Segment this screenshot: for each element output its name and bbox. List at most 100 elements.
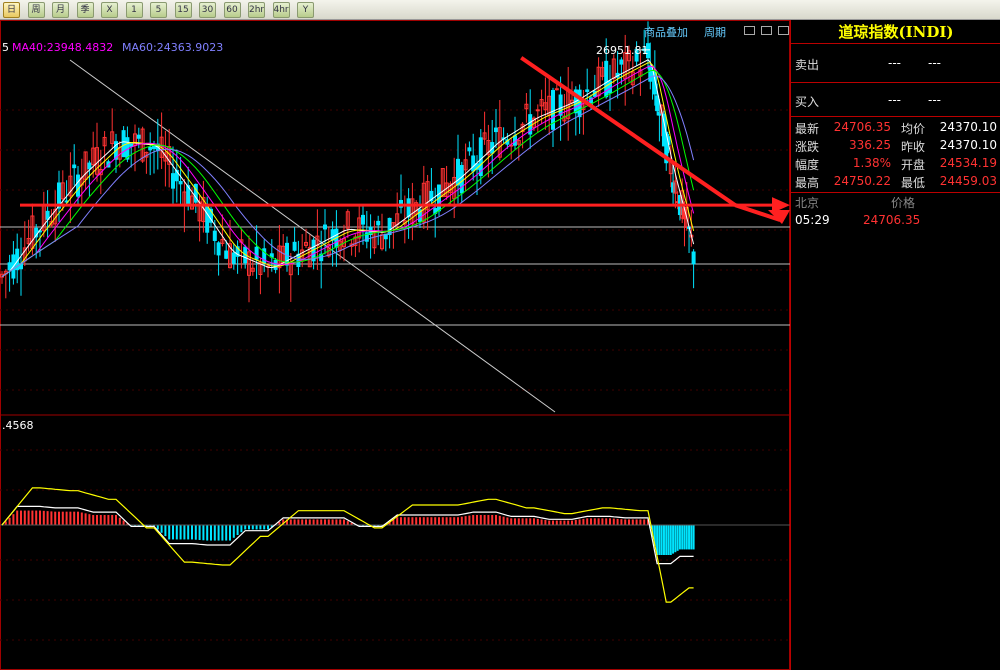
peak-label: 26951.81	[596, 44, 649, 57]
candle-body	[577, 89, 582, 118]
quote-value: 1.38%	[852, 156, 891, 170]
macd-signal-line	[1, 487, 694, 603]
candle-body	[558, 94, 563, 116]
buy-row: 买入 --- ---	[791, 93, 1000, 111]
quote-panel: 道琼指数(INDI) 卖出 --- --- 买入 --- --- 最新 24706…	[790, 20, 1000, 670]
candle-body	[387, 217, 392, 236]
quote-row: 最新 24706.35 均价 24370.10	[791, 120, 1000, 138]
quote-label: 最新	[795, 122, 820, 136]
candle-body	[471, 155, 476, 172]
candle-body	[292, 241, 297, 251]
moving-average-line	[1, 59, 695, 278]
moving-average-line	[1, 62, 695, 278]
candle-body	[655, 95, 660, 112]
window-controls[interactable]	[744, 24, 789, 38]
candle-body	[7, 262, 12, 271]
quote-value: 24706.35	[833, 120, 891, 134]
period-button-9[interactable]: 60	[223, 2, 241, 18]
close-icon[interactable]	[777, 26, 789, 35]
panel-title: 道琼指数(INDI)	[791, 20, 1000, 44]
period-button-12[interactable]: Y	[297, 2, 314, 18]
period-button-3[interactable]: 季	[76, 2, 94, 18]
kline-chart[interactable]: 26951.81 5 MA40:23948.4832 MA60:24363.9023…	[0, 20, 790, 670]
buy-price: ---	[888, 93, 901, 107]
quote-value: 24750.22	[833, 174, 891, 188]
period-button-4[interactable]: X	[101, 2, 118, 18]
ma-legend-item: 5	[2, 41, 9, 54]
quote-value: 24459.03	[939, 174, 997, 188]
candle-body	[296, 253, 301, 267]
quote-value: 24370.10	[939, 120, 997, 134]
restore-icon[interactable]	[744, 26, 755, 35]
sell-price: ---	[888, 56, 901, 70]
tick-header: 北京 价格	[791, 194, 1000, 212]
quote-value: 336.25	[849, 138, 891, 152]
candle-body	[216, 242, 221, 256]
maximize-icon[interactable]	[760, 26, 772, 35]
candle-body	[376, 220, 381, 226]
macd-signal-line	[1, 505, 694, 565]
indicator-header: .4568	[2, 419, 34, 432]
tick-price: 24706.35	[863, 213, 921, 227]
candle-body	[136, 134, 141, 139]
quote-label: 最高	[795, 176, 820, 190]
quote-label: 最低	[901, 176, 926, 190]
candle-body	[323, 224, 327, 230]
ma-legend-item: MA40:23948.4832	[12, 41, 114, 54]
candle-body	[224, 250, 229, 259]
quote-label: 涨跌	[795, 140, 820, 154]
period-button-5[interactable]: 1	[125, 2, 143, 18]
candle-body	[494, 127, 498, 133]
quote-row: 最高 24750.22 最低 24459.03	[791, 174, 1000, 192]
candle-body	[273, 259, 278, 270]
quote-row: 涨跌 336.25 昨收 24370.10	[791, 138, 1000, 156]
candle-body	[129, 143, 134, 147]
quote-row: 幅度 1.38% 开盘 24534.19	[791, 156, 1000, 174]
quote-label: 昨收	[901, 140, 926, 154]
chart-svg[interactable]: 26951.81	[0, 20, 790, 670]
candle-body	[361, 214, 365, 225]
tick-row: 05:29 24706.35	[791, 213, 1000, 231]
period-button-10[interactable]: 2hr	[248, 2, 265, 18]
period-button-1[interactable]: 周	[27, 2, 45, 18]
quote-value: 24370.10	[939, 138, 997, 152]
period-button-8[interactable]: 30	[199, 2, 216, 18]
period-link[interactable]: 周期	[704, 24, 726, 40]
candle-body	[585, 89, 590, 92]
sell-label: 卖出	[795, 58, 820, 72]
buy-volume: ---	[928, 93, 941, 107]
candle-body	[691, 251, 696, 265]
tick-time-header: 北京	[795, 196, 820, 210]
ma-legend-item: MA60:24363.9023	[122, 41, 224, 54]
candle-body	[330, 229, 335, 241]
diagonal-trendline	[69, 59, 556, 413]
candle-body	[205, 205, 210, 233]
candle-body	[554, 88, 559, 91]
candle-body	[178, 181, 183, 185]
candle-body	[72, 164, 77, 169]
period-button-7[interactable]: 15	[174, 2, 192, 18]
candle-body	[148, 146, 153, 151]
tick-time: 05:29	[795, 213, 830, 227]
candle-body	[231, 252, 236, 264]
period-button-2[interactable]: 月	[52, 2, 69, 18]
sell-volume: ---	[928, 56, 941, 70]
toolbar: 日周月季 X 1 5 15 30 60 2hr 4hr Y	[0, 0, 1000, 20]
period-button-0[interactable]: 日	[3, 2, 20, 18]
quote-label: 开盘	[901, 158, 926, 172]
candle-body	[254, 246, 259, 260]
candle-body	[212, 230, 217, 241]
quote-value: 24534.19	[939, 156, 997, 170]
candle-body	[459, 165, 464, 194]
candle-body	[467, 147, 472, 152]
period-button-6[interactable]: 5	[150, 2, 167, 18]
period-button-11[interactable]: 4hr	[272, 2, 290, 18]
sell-row: 卖出 --- ---	[791, 56, 1000, 74]
candle-body	[87, 162, 92, 170]
buy-label: 买入	[795, 95, 820, 109]
candle-body	[535, 109, 540, 112]
overlay-link[interactable]: 商品叠加	[644, 24, 688, 40]
candle-body	[406, 198, 411, 218]
quote-label: 幅度	[795, 158, 820, 172]
candle-body	[619, 59, 624, 65]
